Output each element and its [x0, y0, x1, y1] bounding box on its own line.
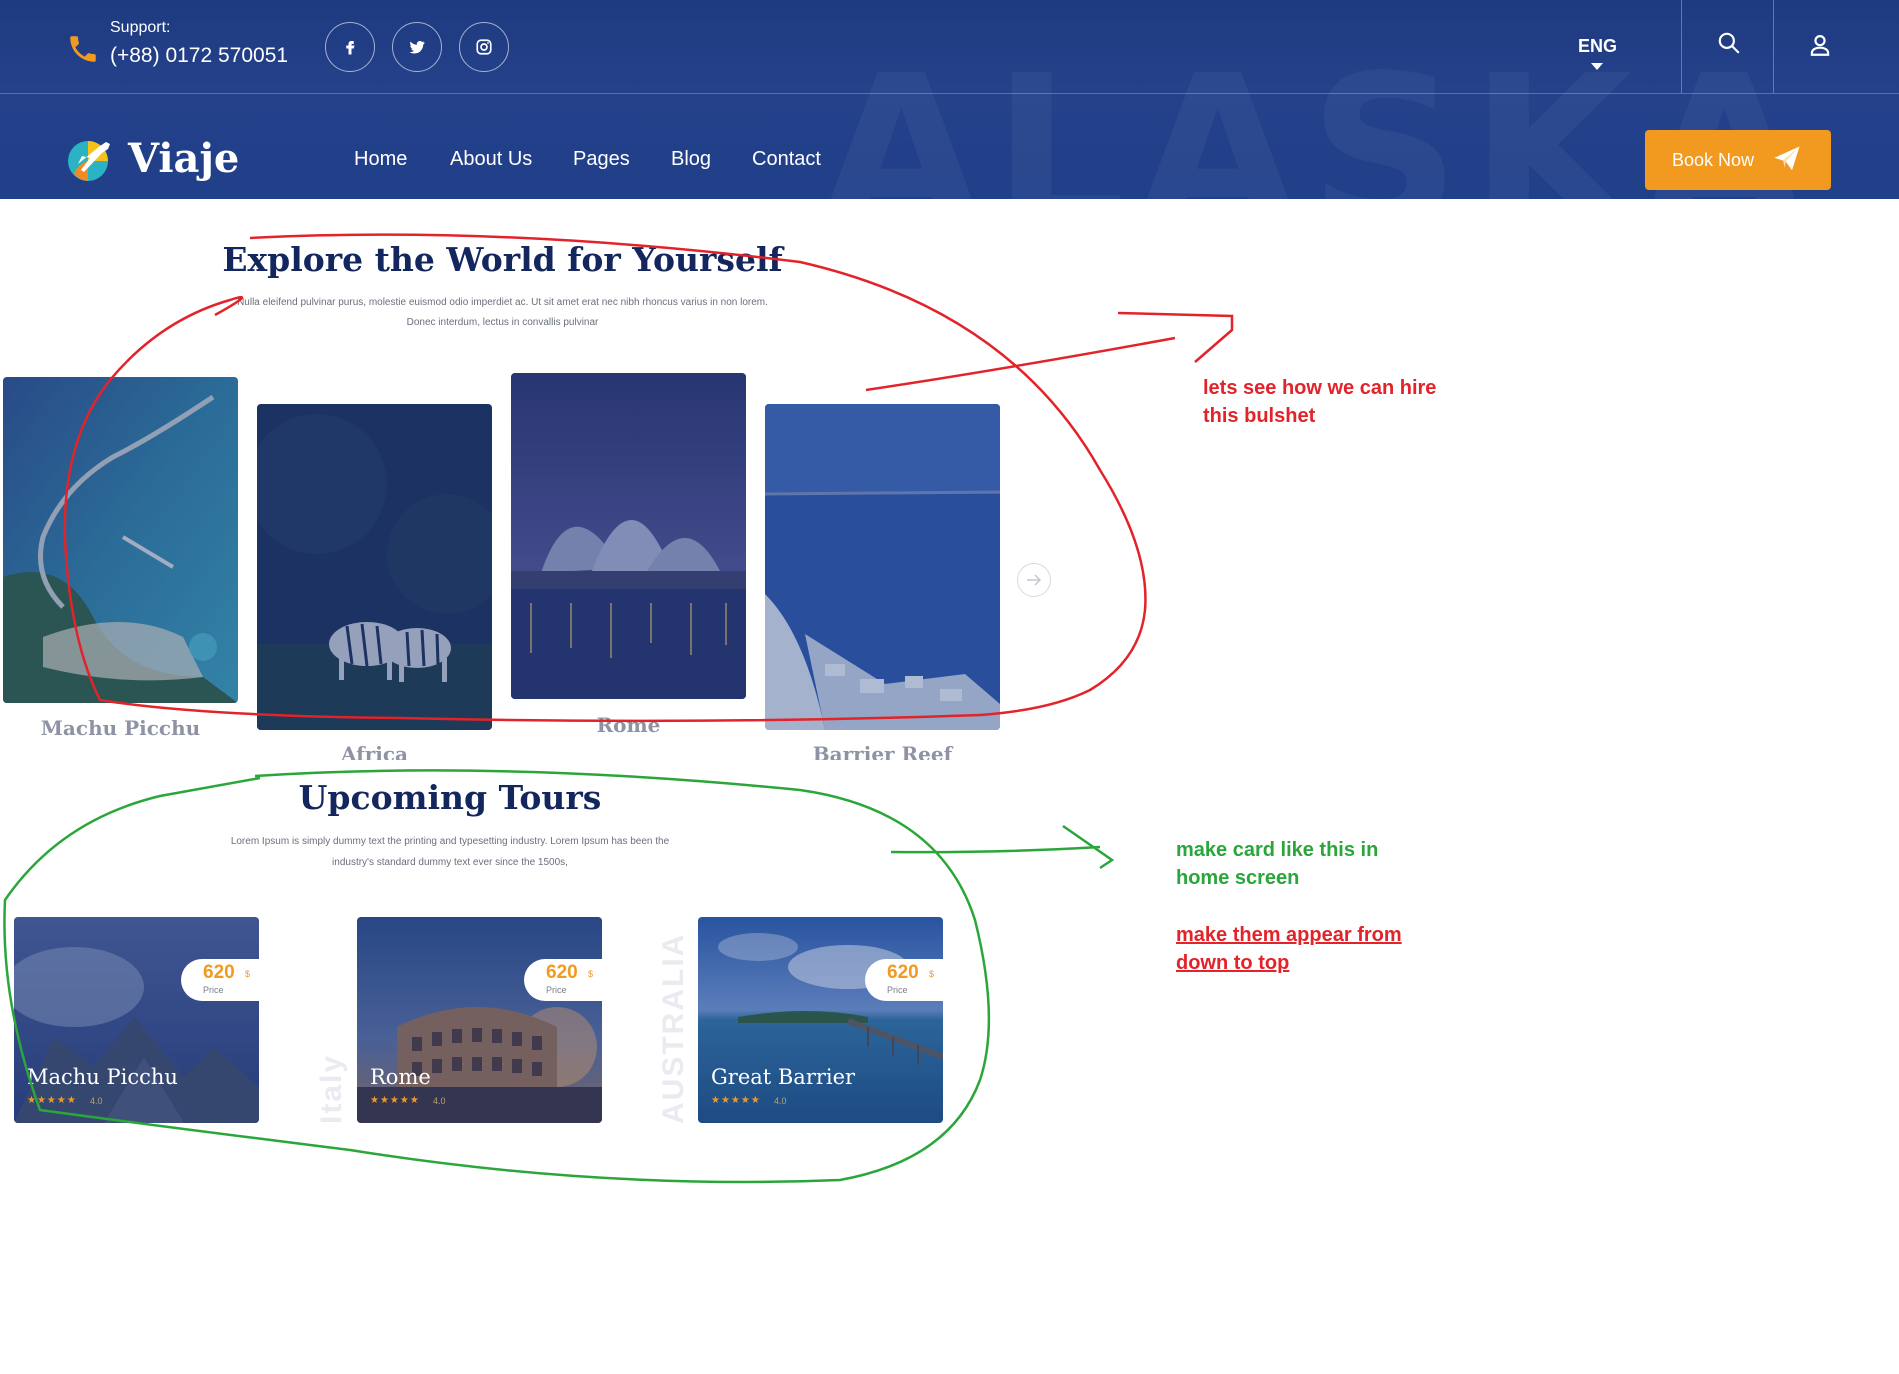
price-label: Price: [203, 985, 224, 995]
annotation-note: home screen: [1176, 867, 1300, 889]
nav-contact[interactable]: Contact: [752, 148, 821, 171]
instagram-button[interactable]: [459, 22, 509, 72]
destination-name[interactable]: Barrier Reef: [765, 742, 1000, 760]
destination-image: [511, 373, 746, 699]
annotation-note: make them appear from: [1176, 924, 1402, 946]
nav-pages[interactable]: Pages: [573, 148, 630, 171]
price-badge: 620 $ Price: [524, 959, 602, 1001]
tour-name: Machu Picchu: [27, 1065, 178, 1089]
header-separator: [1681, 0, 1682, 93]
star-rating-icon: ★★★★★: [370, 1095, 420, 1106]
arrow-right-icon: [1027, 574, 1042, 586]
tour-image: [14, 917, 259, 1123]
price-badge: 620 $ Price: [865, 959, 943, 1001]
destination-name[interactable]: Rome: [511, 713, 746, 735]
explore-title: Explore the World for Yourself: [222, 240, 783, 279]
price-label: Price: [887, 985, 908, 995]
tour-image: [357, 917, 602, 1123]
tours-title: Upcoming Tours: [298, 778, 602, 817]
search-icon[interactable]: [1716, 30, 1742, 56]
price-value: 620: [546, 962, 578, 983]
nav-about-us[interactable]: About Us: [450, 148, 532, 171]
phone-icon: [70, 36, 96, 62]
tours-subtitle: Lorem Ipsum is simply dummy text the pri…: [230, 836, 670, 847]
logo-text[interactable]: Viaje: [128, 135, 239, 182]
price-value: 620: [887, 962, 919, 983]
book-now-label: Book Now: [1672, 149, 1755, 170]
price-label: Price: [546, 985, 567, 995]
nav-home[interactable]: Home: [354, 148, 407, 171]
price-currency: $: [245, 969, 251, 979]
vertical-label: AUSTRALIA: [657, 932, 690, 1124]
rating-value: 4.0: [433, 1096, 446, 1106]
price-currency: $: [929, 969, 935, 979]
tour-name: Great Barrier: [711, 1065, 856, 1089]
tour-card[interactable]: 620 $ Price Great Barrier ★★★★★ 4.0: [698, 917, 943, 1123]
chevron-down-icon[interactable]: [1591, 63, 1603, 70]
facebook-button[interactable]: [325, 22, 375, 72]
language-selector[interactable]: ENG: [1578, 36, 1617, 57]
rating-value: 4.0: [90, 1096, 103, 1106]
star-rating-icon: ★★★★★: [711, 1095, 761, 1106]
paper-plane-icon: [1774, 146, 1800, 171]
price-currency: $: [588, 969, 594, 979]
support-phone[interactable]: (+88) 0172 570051: [110, 44, 288, 68]
vertical-label: Italy: [315, 1053, 348, 1124]
tour-card[interactable]: 620 $ Price Machu Picchu ★★★★★ 4.0: [14, 917, 259, 1123]
price-value: 620: [203, 962, 235, 983]
destination-card[interactable]: [511, 373, 746, 699]
tour-image: [698, 917, 943, 1123]
annotation-note: make card like this in: [1176, 839, 1379, 861]
site-header: ALASKA Support: (+88) 0172 570051 ENG Vi…: [0, 0, 1899, 199]
header-divider: [0, 93, 1899, 94]
price-badge: 620 $ Price: [181, 959, 259, 1001]
carousel-next-button[interactable]: [1017, 563, 1051, 597]
explore-subtitle: Donec interdum, lectus in convallis pulv…: [406, 317, 599, 328]
destination-name[interactable]: Machu Picchu: [3, 716, 238, 740]
destination-image: [257, 404, 492, 730]
support-label: Support:: [110, 19, 171, 36]
destination-image: [765, 404, 1000, 730]
annotation-note: down to top: [1176, 952, 1290, 974]
destination-name[interactable]: Africa: [257, 742, 492, 760]
tours-subtitle: industry's standard dummy text ever sinc…: [332, 857, 568, 868]
instagram-icon: [476, 39, 492, 55]
twitter-button[interactable]: [392, 22, 442, 72]
user-icon[interactable]: [1807, 32, 1833, 58]
nav-blog[interactable]: Blog: [671, 148, 711, 171]
rating-value: 4.0: [774, 1096, 787, 1106]
destination-card[interactable]: [765, 404, 1000, 730]
explore-subtitle: Nulla eleifend pulvinar purus, molestie …: [237, 297, 768, 308]
annotation-note: this bulshet: [1203, 405, 1316, 427]
destination-image: [3, 377, 238, 703]
tour-name: Rome: [370, 1065, 431, 1089]
header-separator: [1773, 0, 1774, 93]
logo-icon[interactable]: [66, 134, 116, 184]
destination-card[interactable]: [257, 404, 492, 730]
twitter-icon: [409, 41, 425, 54]
facebook-icon: [346, 41, 355, 55]
annotation-note: lets see how we can hire: [1203, 377, 1437, 399]
tour-card[interactable]: 620 $ Price Rome ★★★★★ 4.0: [357, 917, 602, 1123]
book-now-button[interactable]: Book Now: [1645, 130, 1831, 190]
destination-card[interactable]: [3, 377, 238, 703]
star-rating-icon: ★★★★★: [27, 1095, 77, 1106]
